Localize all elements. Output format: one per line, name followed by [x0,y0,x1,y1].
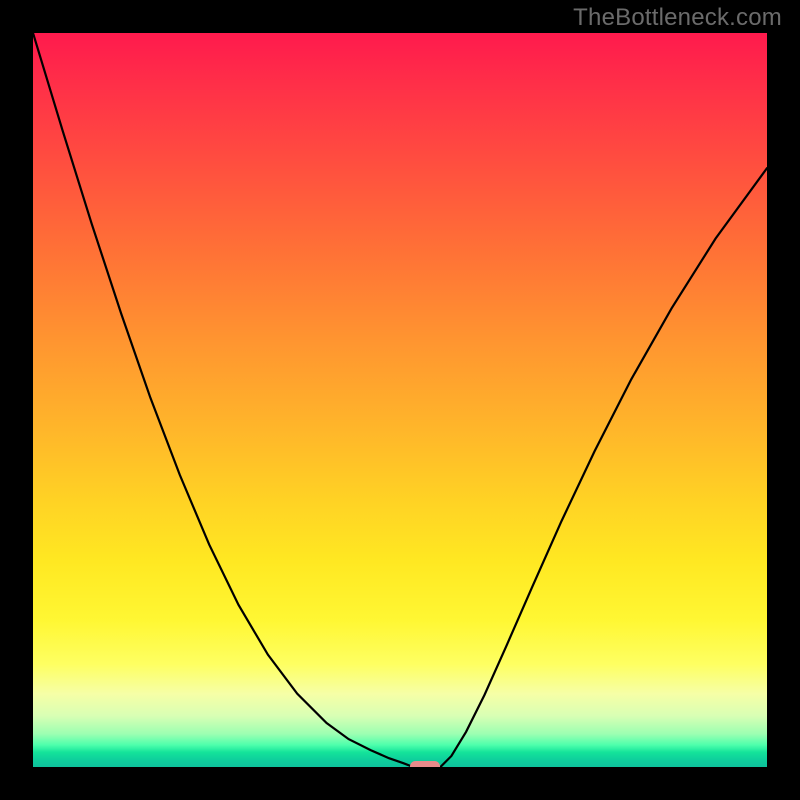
minimum-marker [410,761,440,768]
watermark-text: TheBottleneck.com [573,4,782,32]
plot-area [33,33,767,767]
bottleneck-curve [33,33,767,767]
curve-right-branch [440,168,767,767]
chart-container: TheBottleneck.com [0,0,800,800]
curve-left-branch [33,33,413,767]
